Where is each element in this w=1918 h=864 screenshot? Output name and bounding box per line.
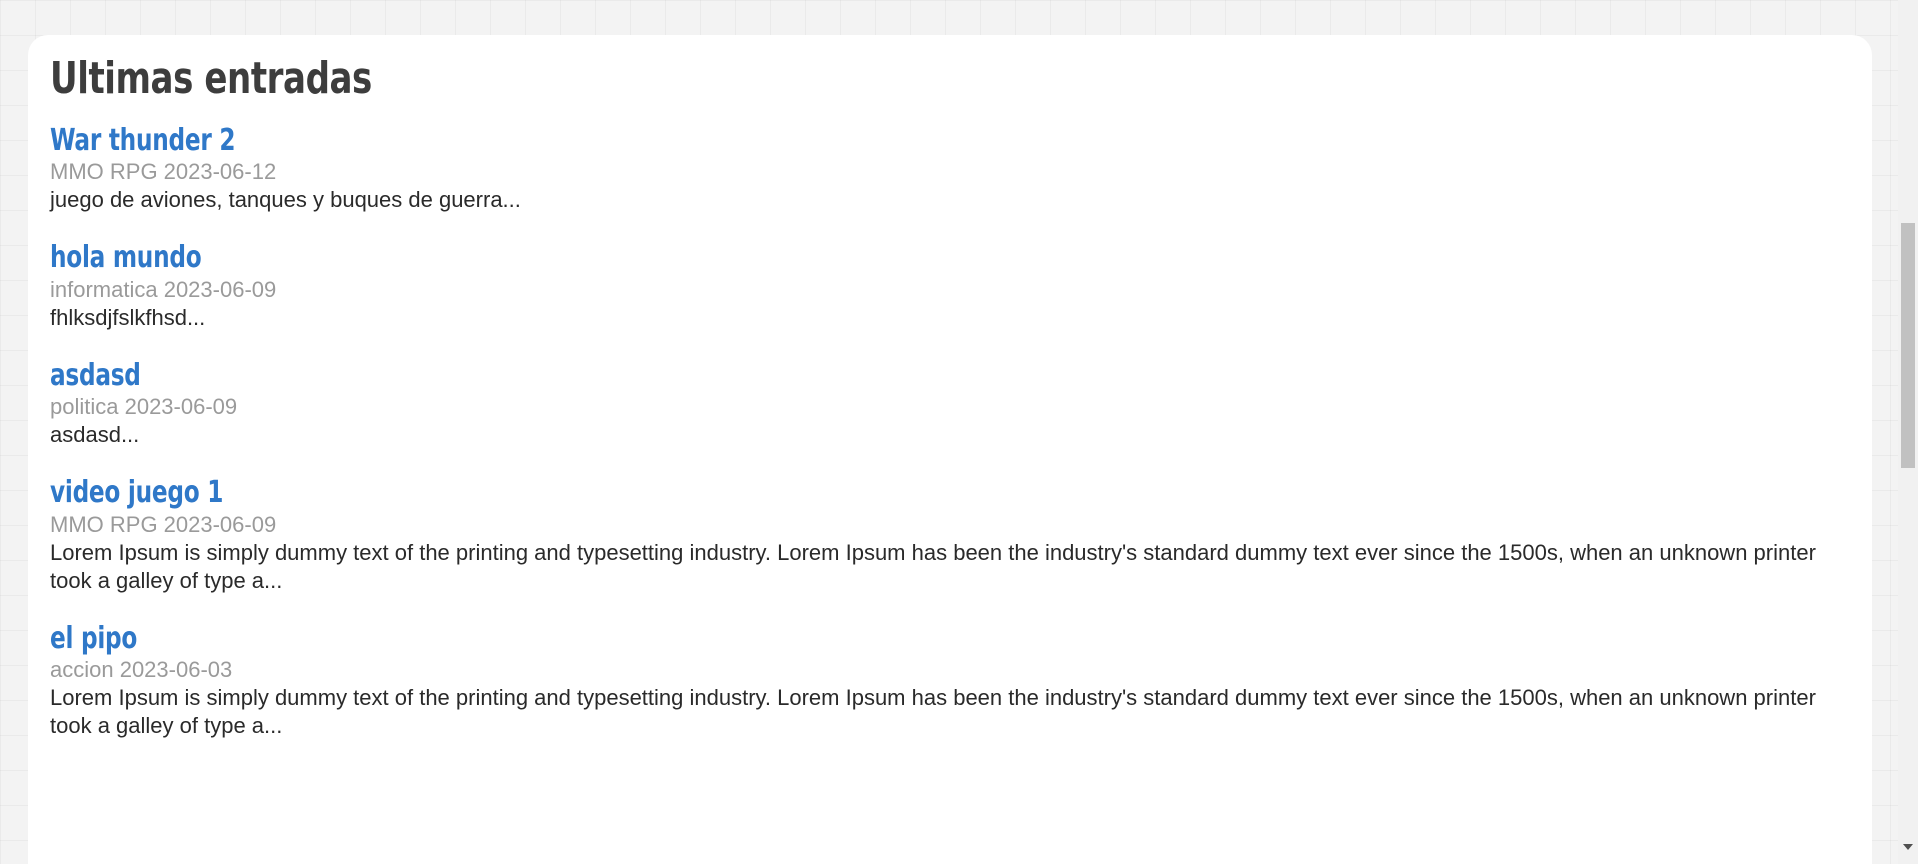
post-excerpt: Lorem Ipsum is simply dummy text of the …	[50, 539, 1816, 593]
chevron-down-icon[interactable]	[1903, 844, 1913, 850]
post-meta: accion 2023-06-03	[50, 657, 233, 683]
post-meta: informatica 2023-06-09	[50, 276, 277, 302]
post-item: video juego 1 MMO RPG 2023-06-09 Lorem I…	[50, 476, 1850, 595]
post-item: War thunder 2 MMO RPG 2023-06-12 juego d…	[50, 123, 1850, 215]
post-title-link[interactable]: video juego 1	[50, 476, 223, 511]
post-title-link[interactable]: hola mundo	[50, 241, 202, 276]
post-item: hola mundo informatica 2023-06-09 fhlksd…	[50, 241, 1850, 332]
post-excerpt: Lorem Ipsum is simply dummy text of the …	[50, 685, 1816, 739]
post-title-link[interactable]: War thunder 2	[50, 123, 236, 159]
post-excerpt: juego de aviones, tanques y buques de gu…	[50, 187, 521, 213]
post-title-link[interactable]: el pipo	[50, 621, 137, 657]
post-item: el pipo accion 2023-06-03 Lorem Ipsum is…	[50, 621, 1850, 741]
post-title-link[interactable]: asdasd	[50, 358, 141, 394]
post-list: War thunder 2 MMO RPG 2023-06-12 juego d…	[50, 123, 1850, 741]
latest-posts-card: Ultimas entradas War thunder 2 MMO RPG 2…	[28, 35, 1872, 864]
vertical-scrollbar[interactable]	[1898, 0, 1918, 864]
post-meta: MMO RPG 2023-06-12	[50, 159, 277, 185]
post-item: asdasd politica 2023-06-09 asdasd...	[50, 358, 1850, 450]
page-title: Ultimas entradas	[50, 53, 372, 104]
scrollbar-thumb[interactable]	[1901, 223, 1915, 468]
post-meta: MMO RPG 2023-06-09	[50, 511, 277, 537]
post-meta: politica 2023-06-09	[50, 394, 238, 420]
post-excerpt: asdasd...	[50, 422, 140, 448]
post-excerpt: fhlksdjfslkfhsd...	[50, 304, 206, 330]
